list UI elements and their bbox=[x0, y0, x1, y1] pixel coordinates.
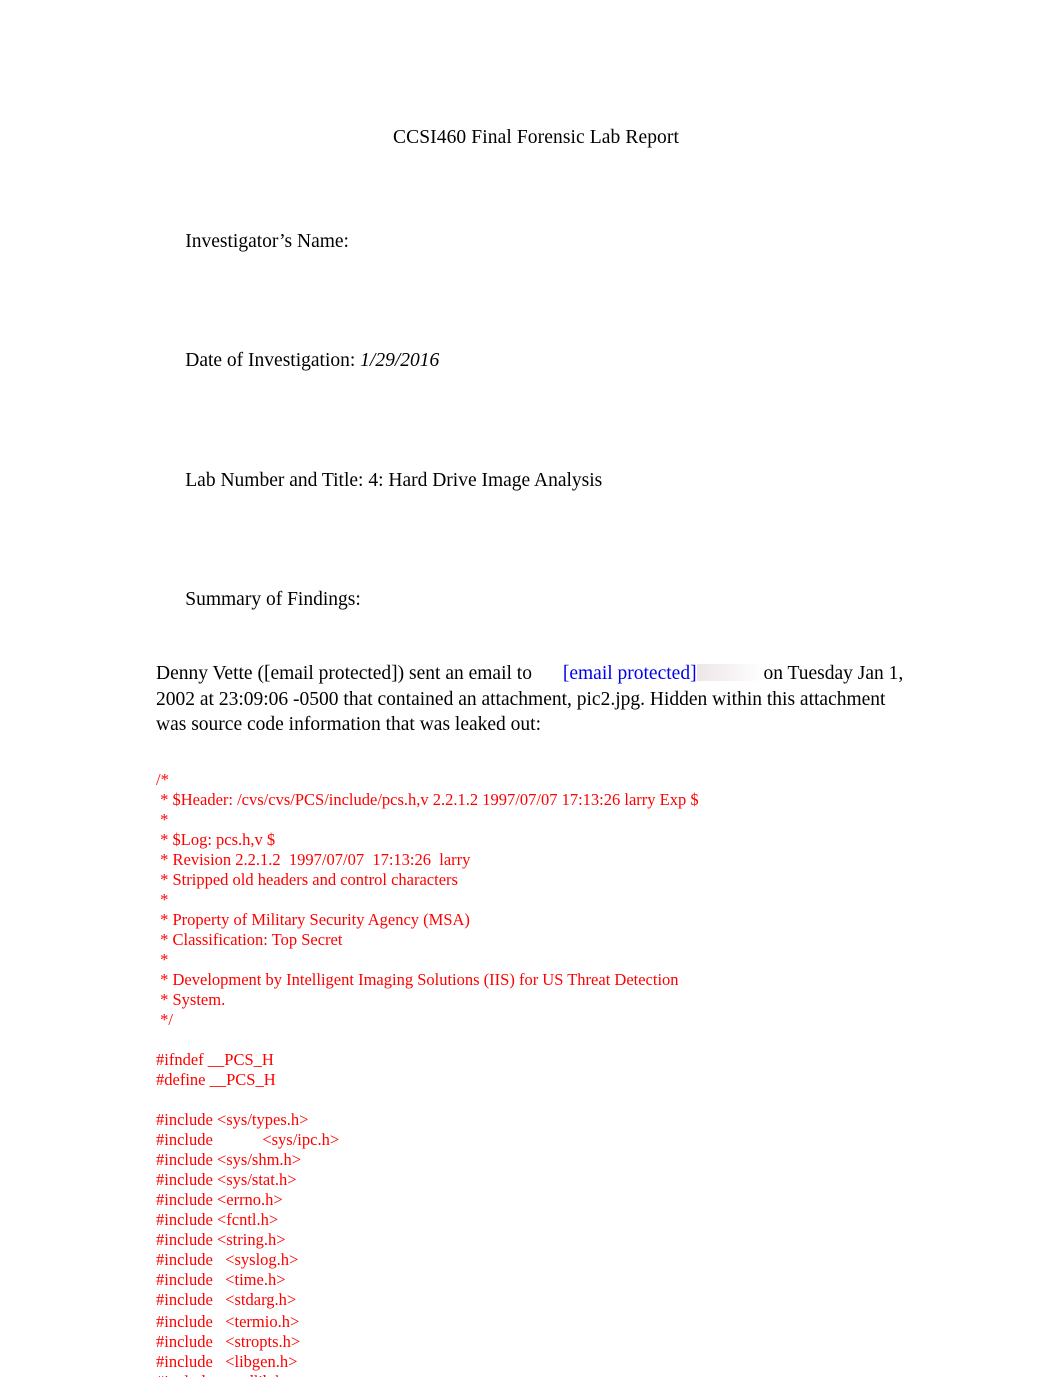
code-line: #define __PCS_H bbox=[156, 1069, 276, 1089]
code-line: #include <stdarg.h> bbox=[156, 1289, 297, 1309]
code-line: * Stripped old headers and control chara… bbox=[156, 869, 458, 889]
summary-of-findings-heading: Summary of Findings: bbox=[156, 517, 916, 636]
code-line: #include <string.h> bbox=[156, 1229, 286, 1249]
code-line: * bbox=[156, 889, 169, 909]
investigator-name-label: Investigator’s Name: bbox=[185, 231, 349, 252]
code-line: #include <sys/stat.h> bbox=[156, 1169, 297, 1189]
investigator-name-field: Investigator’s Name: bbox=[156, 150, 916, 278]
code-line: #include <fcntl.h> bbox=[156, 1209, 279, 1229]
recipient-email-link[interactable]: [email protected] bbox=[563, 663, 697, 684]
code-line: #include <errno.h> bbox=[156, 1189, 283, 1209]
redaction-highlight bbox=[696, 664, 759, 681]
code-line: /* bbox=[156, 769, 169, 789]
code-line: * Property of Military Security Agency (… bbox=[156, 909, 470, 929]
date-of-investigation-value: 1/29/2016 bbox=[360, 350, 440, 371]
code-line: * bbox=[156, 949, 169, 969]
code-line: * Development by Intelligent Imaging Sol… bbox=[156, 969, 679, 989]
code-line: * $Header: /cvs/cvs/PCS/include/pcs.h,v … bbox=[156, 789, 699, 809]
date-of-investigation-field: Date of Investigation: 1/29/2016 bbox=[156, 278, 916, 397]
summary-paragraph: Denny Vette ([email protected]) sent an … bbox=[156, 636, 908, 738]
code-line: #include <sys/shm.h> bbox=[156, 1149, 302, 1169]
code-line: */ bbox=[156, 1009, 173, 1029]
code-line: #include <time.h> bbox=[156, 1269, 286, 1289]
date-of-investigation-label: Date of Investigation: bbox=[185, 350, 361, 371]
code-line: #include <sys/ipc.h> bbox=[156, 1129, 340, 1149]
lab-number-and-title-label: Lab Number and Title: 4: Hard Drive Imag… bbox=[185, 470, 603, 491]
lab-number-and-title-field: Lab Number and Title: 4: Hard Drive Imag… bbox=[156, 397, 916, 517]
leaked-source-code-block: /* * $Header: /cvs/cvs/PCS/include/pcs.h… bbox=[156, 738, 916, 1377]
document-content: CCSI460 Final Forensic Lab Report Invest… bbox=[156, 0, 916, 1377]
page-title: CCSI460 Final Forensic Lab Report bbox=[392, 127, 680, 148]
code-line: #include <stdlib.h> bbox=[156, 1372, 916, 1377]
code-line: #include <termio.h> bbox=[156, 1311, 300, 1331]
code-line: #include <syslog.h> bbox=[156, 1249, 299, 1269]
code-line: * Classification: Top Secret bbox=[156, 929, 343, 949]
summary-text-before-link: Denny Vette ([email protected]) sent an … bbox=[156, 663, 537, 684]
summary-of-findings-label: Summary of Findings: bbox=[185, 589, 361, 610]
code-line: #include <libgen.h> bbox=[156, 1351, 298, 1371]
code-line: * bbox=[156, 809, 169, 829]
code-line: #include <sys/types.h> bbox=[156, 1109, 309, 1129]
document-page: CCSI460 Final Forensic Lab Report Invest… bbox=[0, 0, 1062, 1377]
code-line: * System. bbox=[156, 989, 226, 1009]
code-line: * Revision 2.2.1.2 1997/07/07 17:13:26 l… bbox=[156, 849, 471, 869]
code-line: #include <stropts.h> bbox=[156, 1331, 301, 1351]
code-line: * $Log: pcs.h,v $ bbox=[156, 829, 276, 849]
code-line: #ifndef __PCS_H bbox=[156, 1049, 274, 1069]
